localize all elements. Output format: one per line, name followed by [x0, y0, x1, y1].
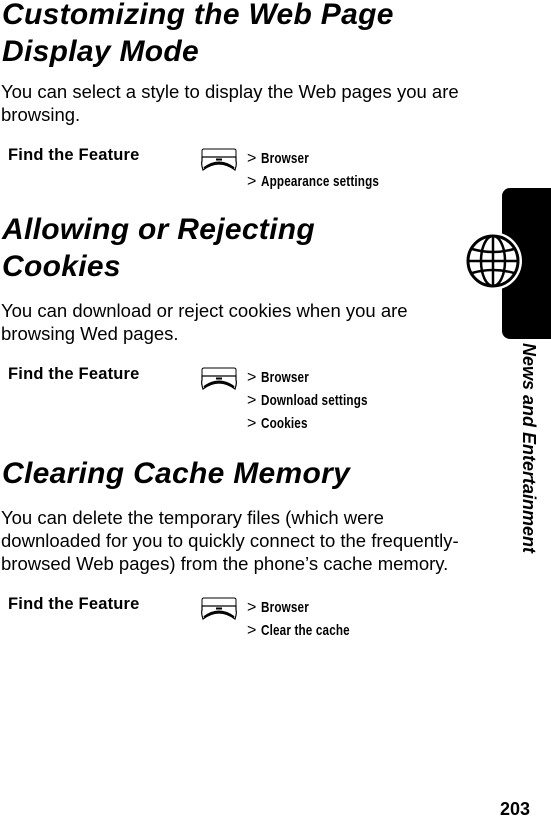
body-line: browsing Wed pages. [1, 323, 179, 344]
menu-path-item: > Appearance settings [247, 170, 413, 193]
menu-key-icon [201, 148, 237, 171]
separator: > [247, 369, 257, 386]
find-the-feature-label: Find the Feature [8, 146, 140, 164]
menu-path-item: > Clear the cache [247, 619, 375, 642]
separator: > [247, 622, 257, 639]
separator: > [247, 415, 257, 432]
heading-line: Display Mode [2, 35, 199, 68]
menu-path-item: > Browser [247, 147, 413, 170]
menu-path: > Browser > Clear the cache [247, 596, 375, 642]
heading-line: Clearing Cache Memory [2, 457, 351, 490]
section-heading-clearing-cache-memory: Clearing Cache Memory [2, 455, 350, 492]
menu-item-cookies: Cookies [261, 415, 308, 432]
section-body: You can select a style to display the We… [1, 80, 471, 126]
heading-line: Allowing or Rejecting [2, 213, 315, 246]
globe-icon [464, 232, 522, 290]
chapter-label-text: News and Entertainment [519, 343, 539, 554]
separator: > [247, 173, 257, 190]
section-heading-allowing-rejecting-cookies: Allowing or Rejecting Cookies [2, 211, 315, 285]
separator: > [247, 599, 257, 616]
chapter-label: News and Entertainment [512, 343, 542, 583]
body-line: browsed Web pages) from the phone’s cach… [1, 553, 449, 574]
menu-path-item: > Browser [247, 596, 375, 619]
body-line: browsing. [1, 104, 81, 125]
menu-path-item: > Download settings [247, 389, 398, 412]
find-the-feature-label: Find the Feature [8, 595, 140, 613]
menu-item-browser: Browser [261, 599, 310, 616]
find-the-feature-label: Find the Feature [8, 365, 140, 383]
body-line: You can select a style to display the We… [1, 81, 459, 102]
heading-line: Cookies [2, 250, 121, 283]
separator: > [247, 150, 257, 167]
menu-key-icon [201, 597, 237, 620]
separator: > [247, 392, 257, 409]
body-line: You can delete the temporary files (whic… [1, 507, 384, 528]
body-line: downloaded for you to quickly connect to… [1, 530, 459, 551]
menu-item-browser: Browser [261, 150, 310, 167]
menu-path-item: > Cookies [247, 412, 398, 435]
page-number: 203 [500, 799, 531, 819]
menu-item-download-settings: Download settings [261, 392, 369, 409]
heading-line: Customizing the Web Page [2, 0, 394, 31]
body-line: You can download or reject cookies when … [1, 300, 408, 321]
menu-path: > Browser > Appearance settings [247, 147, 413, 193]
menu-item-browser: Browser [261, 369, 310, 386]
menu-path: > Browser > Download settings > Cookies [247, 366, 398, 435]
menu-path-item: > Browser [247, 366, 398, 389]
section-body: You can download or reject cookies when … [1, 299, 471, 345]
menu-item-appearance-settings: Appearance settings [261, 173, 380, 190]
section-heading-customizing-display-mode: Customizing the Web Page Display Mode [2, 0, 394, 70]
menu-key-icon [201, 367, 237, 390]
menu-item-clear-the-cache: Clear the cache [261, 622, 351, 639]
section-body: You can delete the temporary files (whic… [1, 506, 471, 575]
